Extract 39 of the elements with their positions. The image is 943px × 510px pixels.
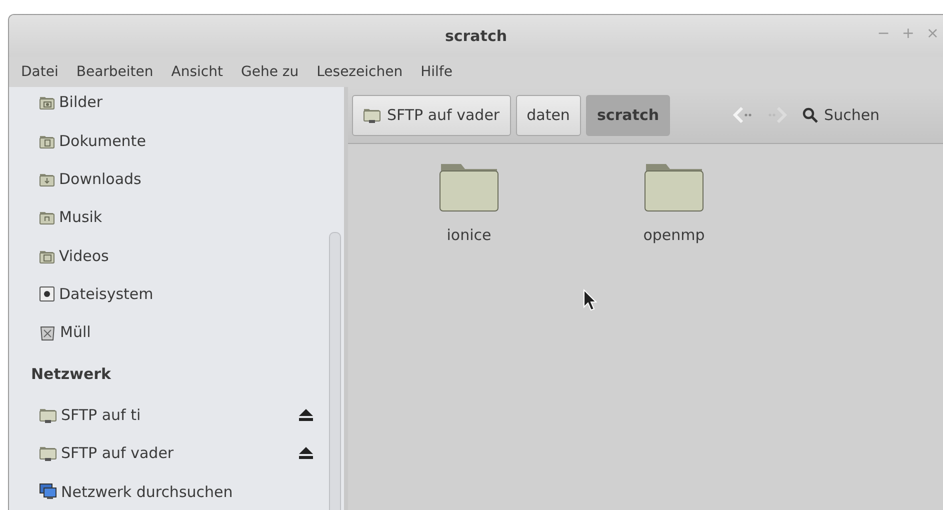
file-name[interactable]: openmp [643,226,705,244]
sidebar-item[interactable]: Netzwerk durchsuchen [61,482,314,501]
sidebar-item[interactable]: SFTP auf vader [61,444,294,462]
sidebar-item[interactable]: SFTP auf ti [61,406,294,424]
section-heading: Netzwerk [31,364,112,385]
path-button[interactable]: SFTP auf vader [352,94,511,136]
menu-item[interactable]: Bearbeiten [68,64,162,80]
menu-item[interactable]: Ansicht [163,64,231,80]
folder-icon [39,94,55,110]
scrollbar[interactable] [329,232,341,510]
sidebar-item[interactable]: Dokumente [59,132,314,150]
eject-icon[interactable] [298,408,314,422]
sidebar-item[interactable]: Musik [59,208,314,226]
menu-item[interactable]: Hilfe [412,64,460,80]
mouse-pointer-icon [583,289,597,311]
file-name[interactable]: ionice [446,226,492,244]
menu-item[interactable]: Datei [13,64,66,80]
trash-icon [39,324,56,341]
network-folder-icon [39,444,57,462]
search-button[interactable]: Suchen [802,106,880,124]
sidebar-item[interactable]: Müll [60,323,314,342]
sidebar-item[interactable]: Dateisystem [59,285,314,304]
folder-icon [39,209,55,226]
search-icon [802,107,818,123]
sidebar-item[interactable]: Downloads [59,170,314,188]
path-button[interactable]: daten [516,94,581,136]
network-folder-icon [363,106,381,124]
computer-icon [39,483,57,500]
eject-icon[interactable] [298,446,314,460]
window-title: scratch [444,27,508,45]
back-button[interactable] [732,105,754,125]
menu-item[interactable]: Lesezeichen [308,64,411,80]
folder-icon [644,162,704,212]
sidebar-item[interactable]: Videos [59,246,314,265]
folder-icon [439,162,499,212]
menu-item[interactable]: Gehe zu [232,64,307,80]
sidebar-item[interactable]: Bilder [59,93,314,112]
network-folder-icon [39,406,57,424]
path-button[interactable]: scratch [586,94,670,136]
